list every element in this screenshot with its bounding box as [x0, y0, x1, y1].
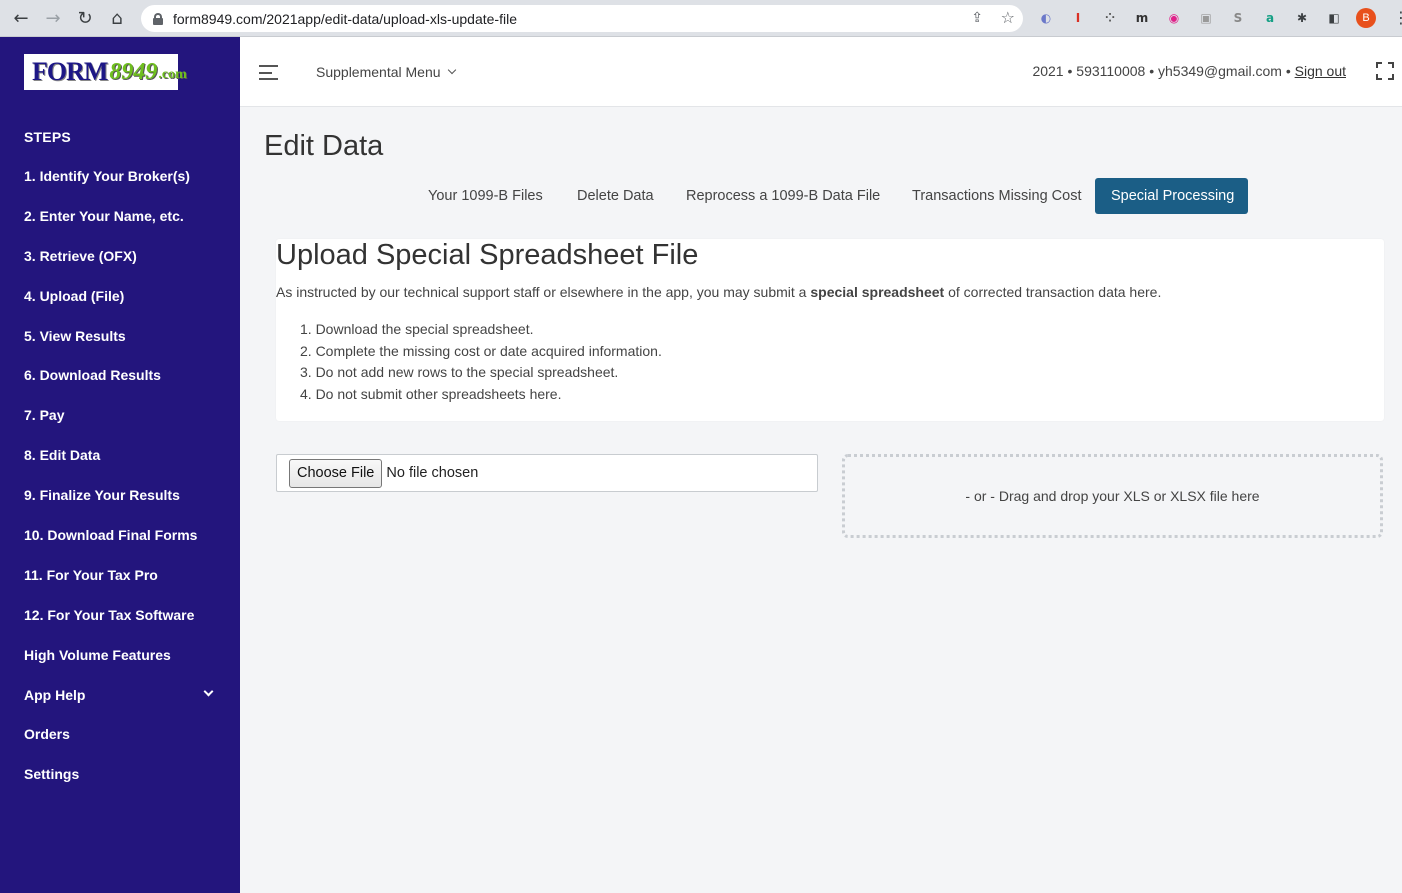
home-icon[interactable]: ⌂: [103, 4, 131, 32]
tab-your-1099b-files[interactable]: Your 1099-B Files: [428, 178, 543, 214]
steps-heading: STEPS: [24, 129, 71, 145]
sign-out-link[interactable]: Sign out: [1295, 63, 1346, 79]
page-title: Edit Data: [264, 130, 384, 162]
sidebar-item-label: High Volume Features: [24, 646, 171, 663]
tab-transactions-missing-cost[interactable]: Transactions Missing Cost: [912, 178, 1082, 214]
side-panel-icon[interactable]: ◧: [1324, 8, 1344, 28]
card-heading: Upload Special Spreadsheet File: [276, 239, 699, 271]
sidebar-item-settings[interactable]: Settings: [0, 754, 240, 794]
back-arrow-icon[interactable]: ←: [7, 4, 35, 32]
sidebar-item-label: Orders: [24, 726, 70, 743]
sidebar-item-label: 7. Pay: [24, 407, 65, 424]
sidebar-item-label: App Help: [24, 686, 86, 703]
sidebar-item-8-edit-data[interactable]: 8. Edit Data: [0, 435, 240, 475]
puzzle-icon[interactable]: ✱: [1292, 8, 1312, 28]
sidebar-item-label: 9. Finalize Your Results: [24, 487, 180, 504]
extension-icon-4[interactable]: m: [1132, 8, 1152, 28]
chevron-down-icon: [447, 65, 456, 75]
sidebar-item-label: 8. Edit Data: [24, 447, 101, 464]
forward-arrow-icon[interactable]: →: [39, 4, 67, 32]
intro-text: As instructed by our technical support s…: [276, 284, 1162, 300]
sidebar-item-3-retrieve-ofx[interactable]: 3. Retrieve (OFX): [0, 236, 240, 276]
chevron-down-icon: [203, 686, 214, 697]
sidebar-item-label: 3. Retrieve (OFX): [24, 247, 137, 264]
tab-delete-data[interactable]: Delete Data: [577, 178, 654, 214]
top-header: Supplemental Menu 2021 • 593110008 • yh5…: [240, 37, 1402, 107]
browser-toolbar: ← → ↻ ⌂ form8949.com/2021app/edit-data/u…: [0, 0, 1402, 37]
sidebar-item-1-identify-your-broker-s[interactable]: 1. Identify Your Broker(s): [0, 156, 240, 196]
sidebar-item-11-for-your-tax-pro[interactable]: 11. For Your Tax Pro: [0, 555, 240, 595]
share-icon[interactable]: ⇪: [971, 10, 983, 26]
sidebar-item-7-pay[interactable]: 7. Pay: [0, 395, 240, 435]
sidebar-item-label: Settings: [24, 766, 80, 783]
extension-icon-3[interactable]: ⁘: [1100, 8, 1120, 28]
hamburger-menu-icon[interactable]: [259, 65, 278, 80]
extension-icon-8[interactable]: a: [1260, 8, 1280, 28]
sidebar-item-high-volume-features[interactable]: High Volume Features: [0, 635, 240, 675]
browser-menu-icon[interactable]: ⋮: [1393, 8, 1402, 27]
supplemental-menu-dropdown[interactable]: Supplemental Menu: [316, 64, 456, 80]
sidebar-item-5-view-results[interactable]: 5. View Results: [0, 316, 240, 356]
extension-icon-2[interactable]: I: [1068, 8, 1088, 28]
sidebar-item-4-upload-file[interactable]: 4. Upload (File): [0, 276, 240, 316]
sidebar-item-label: 6. Download Results: [24, 367, 161, 384]
sidebar: FORM 8949 .com STEPS 1. Identify Your Brok…: [0, 37, 240, 893]
address-bar[interactable]: form8949.com/2021app/edit-data/upload-xl…: [141, 5, 1023, 32]
list-item: 3. Do not add new rows to the special sp…: [300, 364, 619, 381]
file-status-text: No file chosen: [386, 465, 479, 481]
form8949-logo[interactable]: FORM 8949 .com: [24, 54, 187, 90]
bookmark-star-icon[interactable]: ☆: [1001, 8, 1015, 27]
instructions-card: Upload Special Spreadsheet File As instr…: [276, 239, 1384, 421]
reload-icon[interactable]: ↻: [71, 4, 99, 32]
sidebar-item-label: 2. Enter Your Name, etc.: [24, 207, 184, 224]
sidebar-item-label: 5. View Results: [24, 327, 126, 344]
user-info: 2021 • 593110008 • yh5349@gmail.com • Si…: [1032, 63, 1346, 79]
sidebar-item-label: 12. For Your Tax Software: [24, 606, 195, 623]
drag-drop-zone[interactable]: - or - Drag and drop your XLS or XLSX fi…: [842, 454, 1383, 538]
sidebar-item-label: 10. Download Final Forms: [24, 526, 198, 543]
list-item: 4. Do not submit other spreadsheets here…: [300, 386, 562, 403]
sidebar-item-2-enter-your-name-etc[interactable]: 2. Enter Your Name, etc.: [0, 196, 240, 236]
choose-file-button[interactable]: Choose File: [289, 458, 383, 488]
sidebar-item-label: 11. For Your Tax Pro: [24, 566, 158, 583]
sidebar-item-9-finalize-your-results[interactable]: 9. Finalize Your Results: [0, 475, 240, 515]
sidebar-item-label: 1. Identify Your Broker(s): [24, 167, 190, 184]
extension-icon-6[interactable]: ▣: [1196, 8, 1216, 28]
sidebar-item-app-help[interactable]: App Help: [0, 675, 240, 715]
sidebar-item-6-download-results[interactable]: 6. Download Results: [0, 355, 240, 395]
tab-reprocess-1099b[interactable]: Reprocess a 1099-B Data File: [686, 178, 880, 214]
extension-icon-1[interactable]: ◐: [1036, 8, 1056, 28]
sidebar-item-label: 4. Upload (File): [24, 287, 125, 304]
sidebar-item-orders[interactable]: Orders: [0, 714, 240, 754]
fullscreen-icon[interactable]: [1376, 62, 1394, 80]
sidebar-nav: 1. Identify Your Broker(s) 2. Enter Your …: [0, 156, 240, 794]
list-item: 2. Complete the missing cost or date acq…: [300, 342, 662, 359]
sidebar-item-10-download-final-forms[interactable]: 10. Download Final Forms: [0, 515, 240, 555]
list-item: 1. Download the special spreadsheet.: [300, 321, 534, 337]
tab-special-processing[interactable]: Special Processing: [1095, 178, 1248, 214]
extension-icon-7[interactable]: S: [1228, 8, 1248, 28]
url-text[interactable]: form8949.com/2021app/edit-data/upload-xl…: [173, 11, 517, 27]
file-upload-input[interactable]: Choose File No file chosen: [276, 454, 818, 492]
extension-icon-5[interactable]: ◉: [1164, 8, 1184, 28]
lock-icon: [153, 12, 163, 25]
sidebar-item-12-for-your-tax-software[interactable]: 12. For Your Tax Software: [0, 595, 240, 635]
profile-avatar[interactable]: B: [1356, 8, 1376, 28]
instruction-list: 1. Download the special spreadsheet. 2. …: [300, 321, 662, 408]
